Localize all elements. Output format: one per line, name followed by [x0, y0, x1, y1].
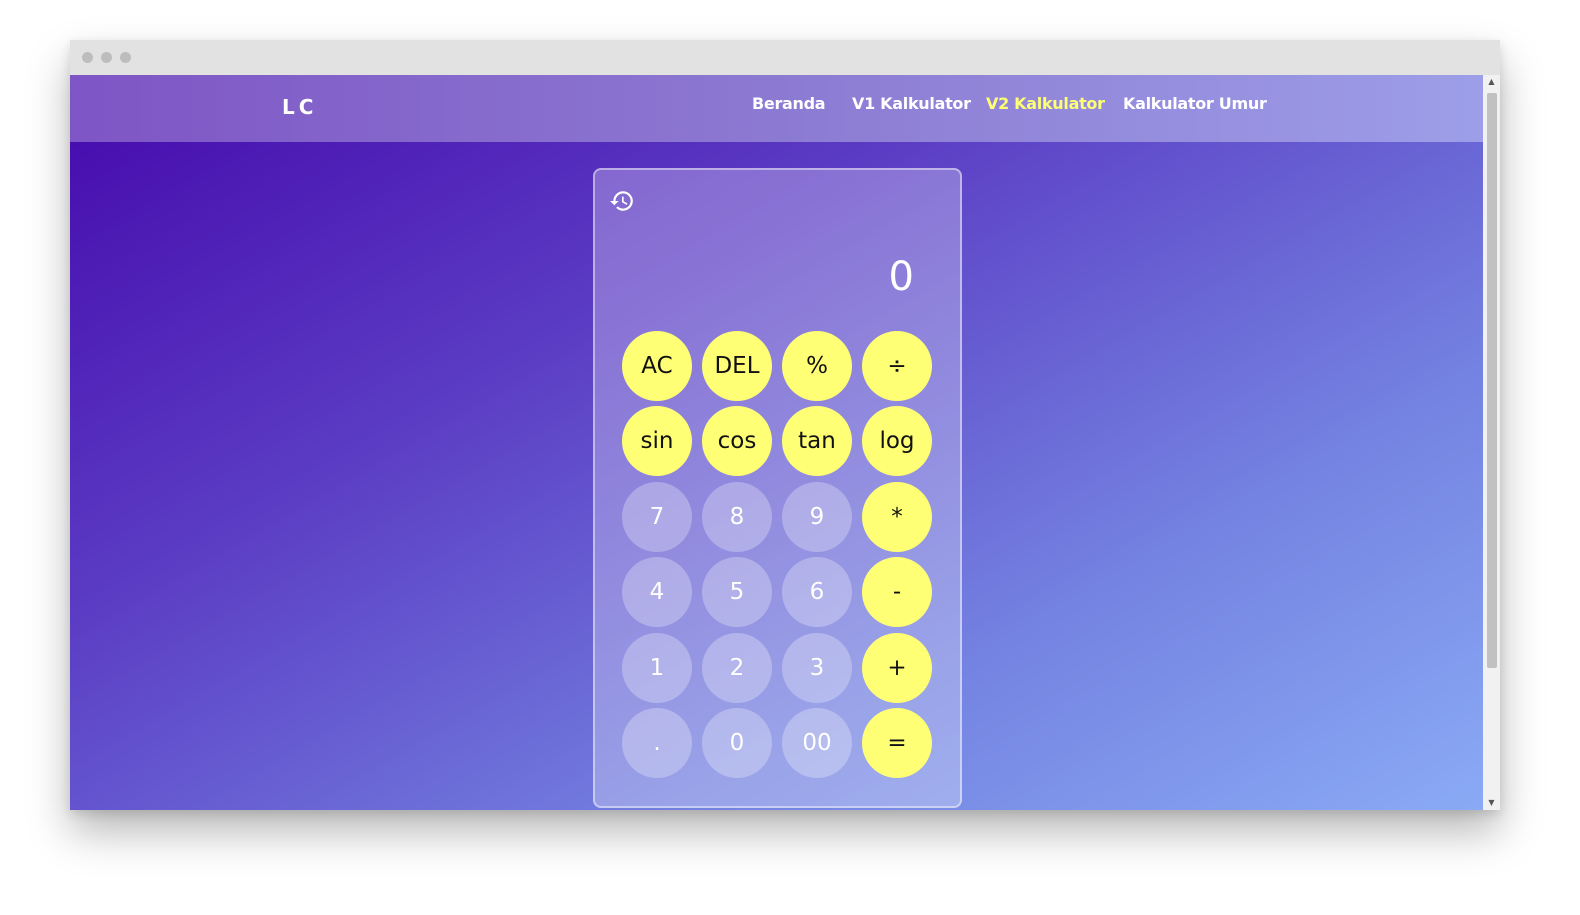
calculator-panel: 0 AC DEL% ÷ sin cos tan log 7 8 9 * 4 5 6-1 2 3 +. 0 00 = [593, 168, 962, 808]
browser-window: LC Beranda V1 Kalkulator V2 Kalkulator K… [70, 40, 1500, 810]
key-8[interactable]: 8 [702, 482, 772, 552]
key-00[interactable]: 00 [782, 708, 852, 778]
nav-link-kalkulator-umur[interactable]: Kalkulator Umur [1123, 94, 1267, 113]
scroll-thumb[interactable] [1487, 93, 1497, 668]
key-6[interactable]: 6 [782, 557, 852, 627]
key-log[interactable]: log [862, 406, 932, 476]
nav-link-v2-kalkulator[interactable]: V2 Kalkulator [986, 94, 1105, 113]
key-dot[interactable]: . [622, 708, 692, 778]
key-sin[interactable]: sin [622, 406, 692, 476]
key-0[interactable]: 0 [702, 708, 772, 778]
window-titlebar [70, 40, 1500, 75]
navbar: LC Beranda V1 Kalkulator V2 Kalkulator K… [70, 75, 1483, 142]
window-control-dot[interactable] [82, 52, 93, 63]
key-cos[interactable]: cos [702, 406, 772, 476]
key-tan[interactable]: tan [782, 406, 852, 476]
page-viewport: LC Beranda V1 Kalkulator V2 Kalkulator K… [70, 75, 1483, 810]
key-minus[interactable]: - [862, 557, 932, 627]
key-9[interactable]: 9 [782, 482, 852, 552]
key-7[interactable]: 7 [622, 482, 692, 552]
key-1[interactable]: 1 [622, 633, 692, 703]
key-5[interactable]: 5 [702, 557, 772, 627]
calculator-display: 0 [888, 254, 914, 300]
scroll-down-arrow-icon[interactable]: ▼ [1483, 796, 1500, 810]
window-control-dot[interactable] [101, 52, 112, 63]
key-3[interactable]: 3 [782, 633, 852, 703]
window-control-dot[interactable] [120, 52, 131, 63]
key-del[interactable]: DEL [702, 331, 772, 401]
site-logo[interactable]: LC [282, 95, 317, 119]
key-ac[interactable]: AC [622, 331, 692, 401]
history-icon[interactable] [609, 188, 635, 214]
key-plus[interactable]: + [862, 633, 932, 703]
scroll-up-arrow-icon[interactable]: ▲ [1483, 75, 1500, 89]
nav-link-v1-kalkulator[interactable]: V1 Kalkulator [852, 94, 971, 113]
key-multiply[interactable]: * [862, 482, 932, 552]
key-percent[interactable]: % [782, 331, 852, 401]
key-divide[interactable]: ÷ [862, 331, 932, 401]
scrollbar[interactable]: ▲ ▼ [1483, 75, 1500, 810]
key-4[interactable]: 4 [622, 557, 692, 627]
key-2[interactable]: 2 [702, 633, 772, 703]
nav-link-beranda[interactable]: Beranda [752, 94, 826, 113]
key-equals[interactable]: = [862, 708, 932, 778]
